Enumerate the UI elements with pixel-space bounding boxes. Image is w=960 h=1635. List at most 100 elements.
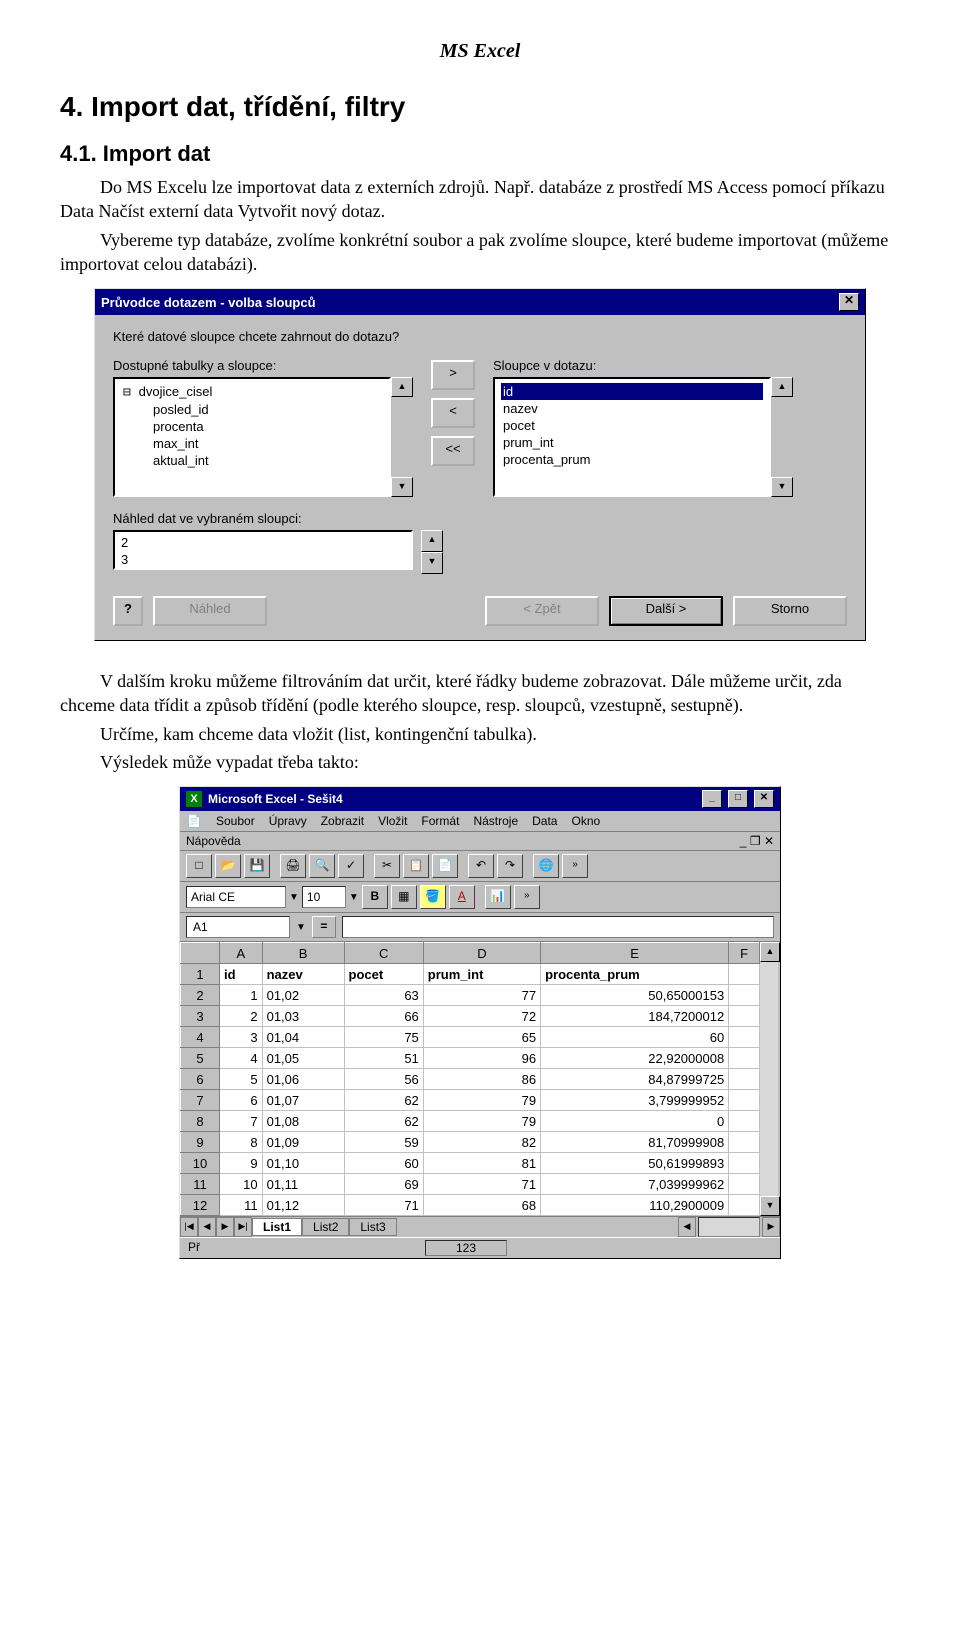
next-button[interactable]: Další > xyxy=(609,596,723,626)
row-header[interactable]: 9 xyxy=(181,1132,220,1153)
preview-spinner[interactable]: ▲ ▼ xyxy=(421,530,443,574)
name-box[interactable]: A1 xyxy=(186,916,290,938)
cell[interactable] xyxy=(729,1174,760,1195)
cell[interactable]: 60 xyxy=(541,1027,729,1048)
menu-item[interactable]: Vložit xyxy=(378,814,407,828)
cell[interactable]: nazev xyxy=(262,964,344,985)
format-toolbar[interactable]: ▼ ▼ B ▦ 🪣 A 📊 » xyxy=(180,882,780,913)
copy-icon[interactable]: 📋 xyxy=(403,854,429,878)
cell[interactable]: 01,03 xyxy=(262,1006,344,1027)
preview-button[interactable]: Náhled xyxy=(153,596,267,626)
scroll-up-icon[interactable]: ▲ xyxy=(760,942,780,962)
doc-restore-icon[interactable]: ❐ xyxy=(750,834,761,848)
cell[interactable]: 3 xyxy=(220,1027,263,1048)
spellcheck-icon[interactable]: ✓ xyxy=(338,854,364,878)
close-icon[interactable]: ✕ xyxy=(754,790,774,808)
row-header[interactable]: 12 xyxy=(181,1195,220,1216)
cell[interactable]: 69 xyxy=(344,1174,423,1195)
cell[interactable]: 65 xyxy=(423,1027,540,1048)
minimize-icon[interactable]: _ xyxy=(702,790,722,808)
scroll-down-icon[interactable]: ▼ xyxy=(760,1196,780,1216)
col-header[interactable]: D xyxy=(423,943,540,964)
sheet-tab[interactable]: List3 xyxy=(349,1218,396,1236)
cell[interactable] xyxy=(729,1090,760,1111)
cell[interactable] xyxy=(729,1069,760,1090)
cell[interactable]: 71 xyxy=(423,1174,540,1195)
col-header[interactable]: C xyxy=(344,943,423,964)
cell[interactable]: 110,2900009 xyxy=(541,1195,729,1216)
col-header[interactable]: E xyxy=(541,943,729,964)
cell[interactable]: 56 xyxy=(344,1069,423,1090)
doc-close-icon[interactable]: ✕ xyxy=(764,834,774,848)
help-button[interactable]: ? xyxy=(113,596,143,626)
fill-color-icon[interactable]: 🪣 xyxy=(420,885,446,909)
cell[interactable]: pocet xyxy=(344,964,423,985)
menu-item[interactable]: Úpravy xyxy=(269,814,307,828)
menu-item[interactable]: Data xyxy=(532,814,557,828)
available-listbox[interactable]: dvojice_cisel posled_id procenta max_int… xyxy=(113,377,391,497)
add-column-button[interactable]: > xyxy=(431,360,475,390)
dialog-titlebar[interactable]: Průvodce dotazem - volba sloupců ✕ xyxy=(95,289,865,315)
list-item[interactable]: prum_int xyxy=(501,434,763,451)
redo-icon[interactable]: ↷ xyxy=(497,854,523,878)
row-header[interactable]: 1 xyxy=(181,964,220,985)
font-name-input[interactable] xyxy=(186,886,286,908)
print-icon[interactable]: 🖨 xyxy=(280,854,306,878)
cell[interactable] xyxy=(729,985,760,1006)
undo-icon[interactable]: ↶ xyxy=(468,854,494,878)
menu-item[interactable]: Formát xyxy=(421,814,459,828)
remove-all-button[interactable]: << xyxy=(431,436,475,466)
cell[interactable]: 3,799999952 xyxy=(541,1090,729,1111)
new-icon[interactable]: □ xyxy=(186,854,212,878)
cell[interactable]: procenta_prum xyxy=(541,964,729,985)
cell[interactable]: 51 xyxy=(344,1048,423,1069)
cell[interactable]: 01,04 xyxy=(262,1027,344,1048)
list-item[interactable]: aktual_int xyxy=(121,452,383,469)
cell[interactable] xyxy=(729,1195,760,1216)
dropdown-icon[interactable]: ▼ xyxy=(289,892,299,903)
maximize-icon[interactable]: □ xyxy=(728,790,748,808)
font-color-icon[interactable]: A xyxy=(449,885,475,909)
first-sheet-icon[interactable]: |◀ xyxy=(180,1217,198,1237)
save-icon[interactable]: 💾 xyxy=(244,854,270,878)
scroll-up-icon[interactable]: ▲ xyxy=(391,377,413,397)
cell[interactable] xyxy=(729,1027,760,1048)
cell[interactable]: 5 xyxy=(220,1069,263,1090)
prev-sheet-icon[interactable]: ◀ xyxy=(198,1217,216,1237)
spreadsheet-grid[interactable]: A B C D E F 1idnazevpocetprum_intprocent… xyxy=(180,942,760,1216)
cell[interactable]: 81 xyxy=(423,1153,540,1174)
scrollbar[interactable]: ▲ ▼ xyxy=(391,377,413,497)
cell[interactable]: 01,07 xyxy=(262,1090,344,1111)
cell[interactable]: 79 xyxy=(423,1111,540,1132)
list-item[interactable]: posled_id xyxy=(121,401,383,418)
scroll-left-icon[interactable]: ◀ xyxy=(678,1217,696,1237)
cut-icon[interactable]: ✂ xyxy=(374,854,400,878)
row-header[interactable]: 2 xyxy=(181,985,220,1006)
hyperlink-icon[interactable]: 🌐 xyxy=(533,854,559,878)
cell[interactable]: 50,61999893 xyxy=(541,1153,729,1174)
spin-up-icon[interactable]: ▲ xyxy=(421,530,443,552)
cell[interactable]: 8 xyxy=(220,1132,263,1153)
formula-bar[interactable]: A1 ▼ = xyxy=(180,913,780,942)
paste-icon[interactable]: 📄 xyxy=(432,854,458,878)
list-item[interactable]: id xyxy=(501,383,763,400)
menu-item[interactable]: Soubor xyxy=(216,814,255,828)
row-header[interactable]: 5 xyxy=(181,1048,220,1069)
cell[interactable]: 86 xyxy=(423,1069,540,1090)
dropdown-icon[interactable]: ▼ xyxy=(296,922,306,933)
equals-button[interactable]: = xyxy=(312,916,336,938)
row-header[interactable]: 4 xyxy=(181,1027,220,1048)
menu-item[interactable]: Okno xyxy=(571,814,600,828)
cell[interactable]: 01,12 xyxy=(262,1195,344,1216)
menu-help[interactable]: Nápověda xyxy=(186,834,241,848)
scroll-down-icon[interactable]: ▼ xyxy=(771,477,793,497)
cell[interactable]: 01,08 xyxy=(262,1111,344,1132)
cell[interactable]: 62 xyxy=(344,1111,423,1132)
cell[interactable]: 01,11 xyxy=(262,1174,344,1195)
cell[interactable]: 68 xyxy=(423,1195,540,1216)
col-header[interactable]: B xyxy=(262,943,344,964)
preview-icon[interactable]: 🔍 xyxy=(309,854,335,878)
cell[interactable]: 11 xyxy=(220,1195,263,1216)
row-header[interactable]: 10 xyxy=(181,1153,220,1174)
spin-down-icon[interactable]: ▼ xyxy=(421,552,443,574)
